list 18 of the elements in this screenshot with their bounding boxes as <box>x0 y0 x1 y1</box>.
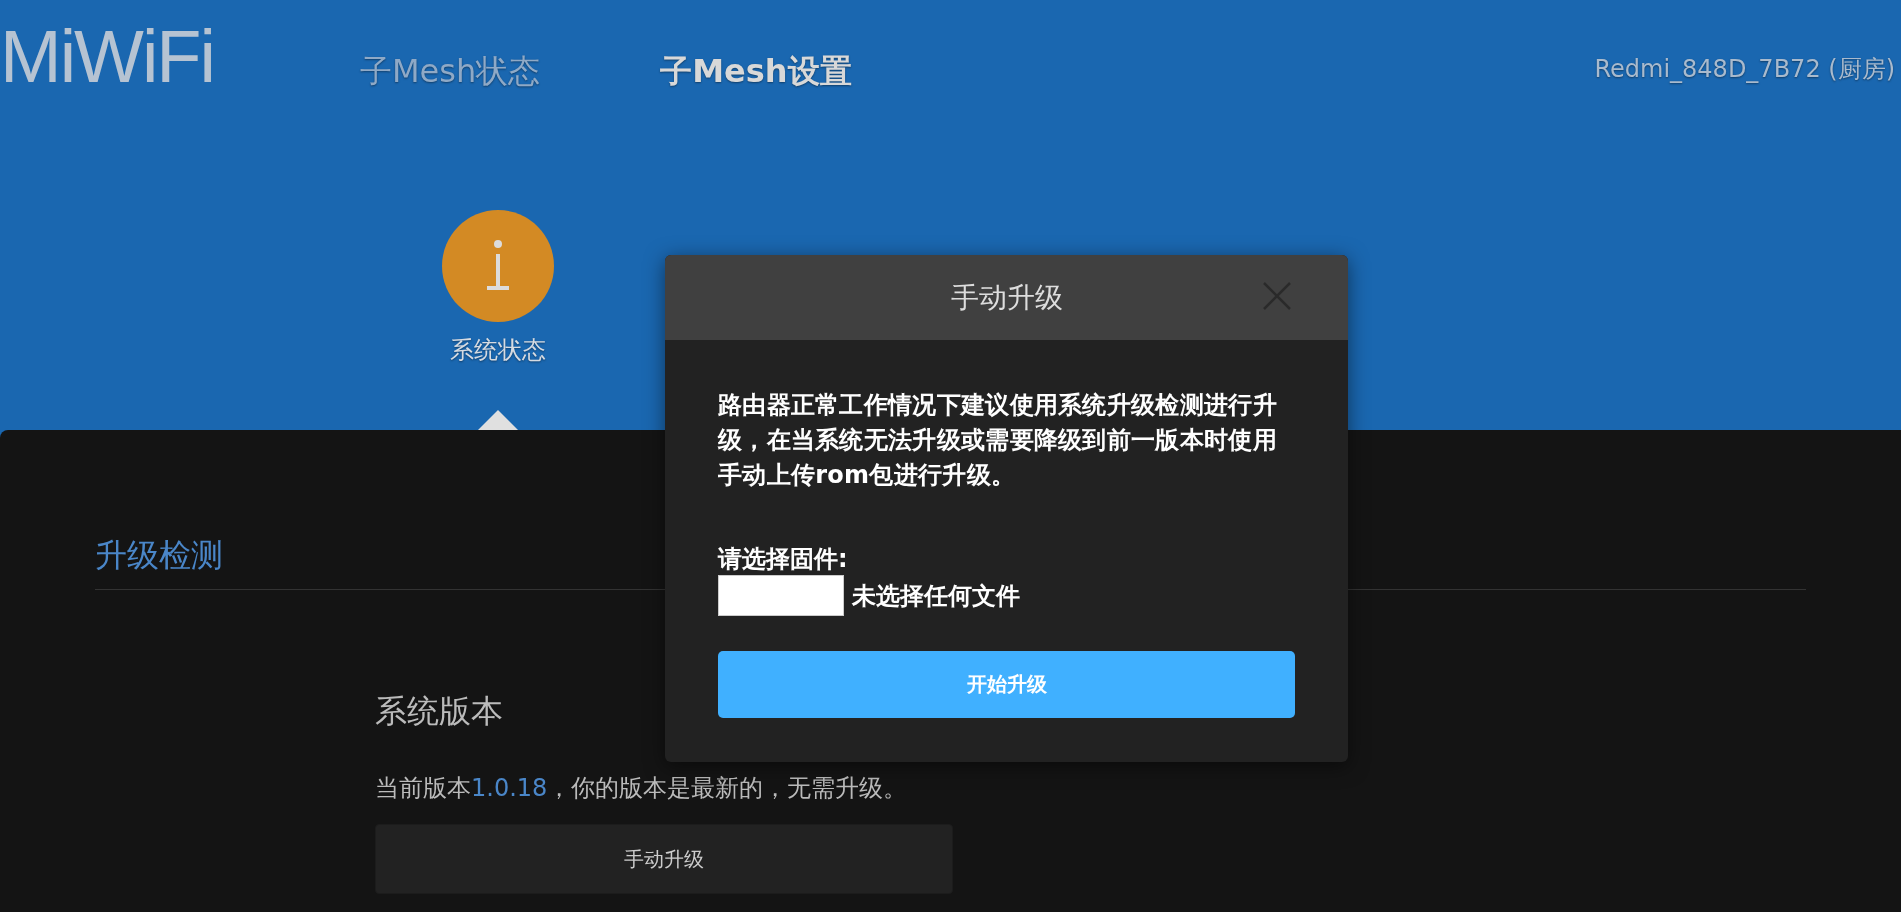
device-name: Redmi_848D_7B72 (厨房) <box>1594 54 1895 85</box>
file-choose-button[interactable] <box>718 575 844 616</box>
dialog-message: 路由器正常工作情况下建议使用系统升级检测进行升级，在当系统无法升级或需要降级到前一版本时使用手动上传rom包进行升级。 <box>718 390 1278 491</box>
nav-tab[interactable]: 子Mesh设置 <box>660 50 852 94</box>
version-label: 当前版本 <box>375 774 471 802</box>
logo: MiWiFi <box>0 14 215 99</box>
nav-label[interactable]: 系统状态 <box>450 334 546 366</box>
section-title: 升级检测 <box>95 535 223 576</box>
version-heading: 系统版本 <box>375 691 503 732</box>
file-status: 未选择任何文件 <box>852 580 1020 612</box>
dialog-title: 手动升级 <box>950 279 1063 316</box>
version-status: ，你的版本是最新的，无需升级。 <box>547 774 908 802</box>
file-label: 请选择固件: <box>718 544 849 575</box>
nav-tab[interactable]: 子Mesh状态 <box>360 50 541 94</box>
start-upgrade-button[interactable]: 开始升级 <box>718 651 1295 718</box>
manual-upgrade-button[interactable]: 手动升级 <box>375 824 953 894</box>
info-icon[interactable] <box>442 210 554 322</box>
version-number: 1.0.18 <box>471 774 548 802</box>
